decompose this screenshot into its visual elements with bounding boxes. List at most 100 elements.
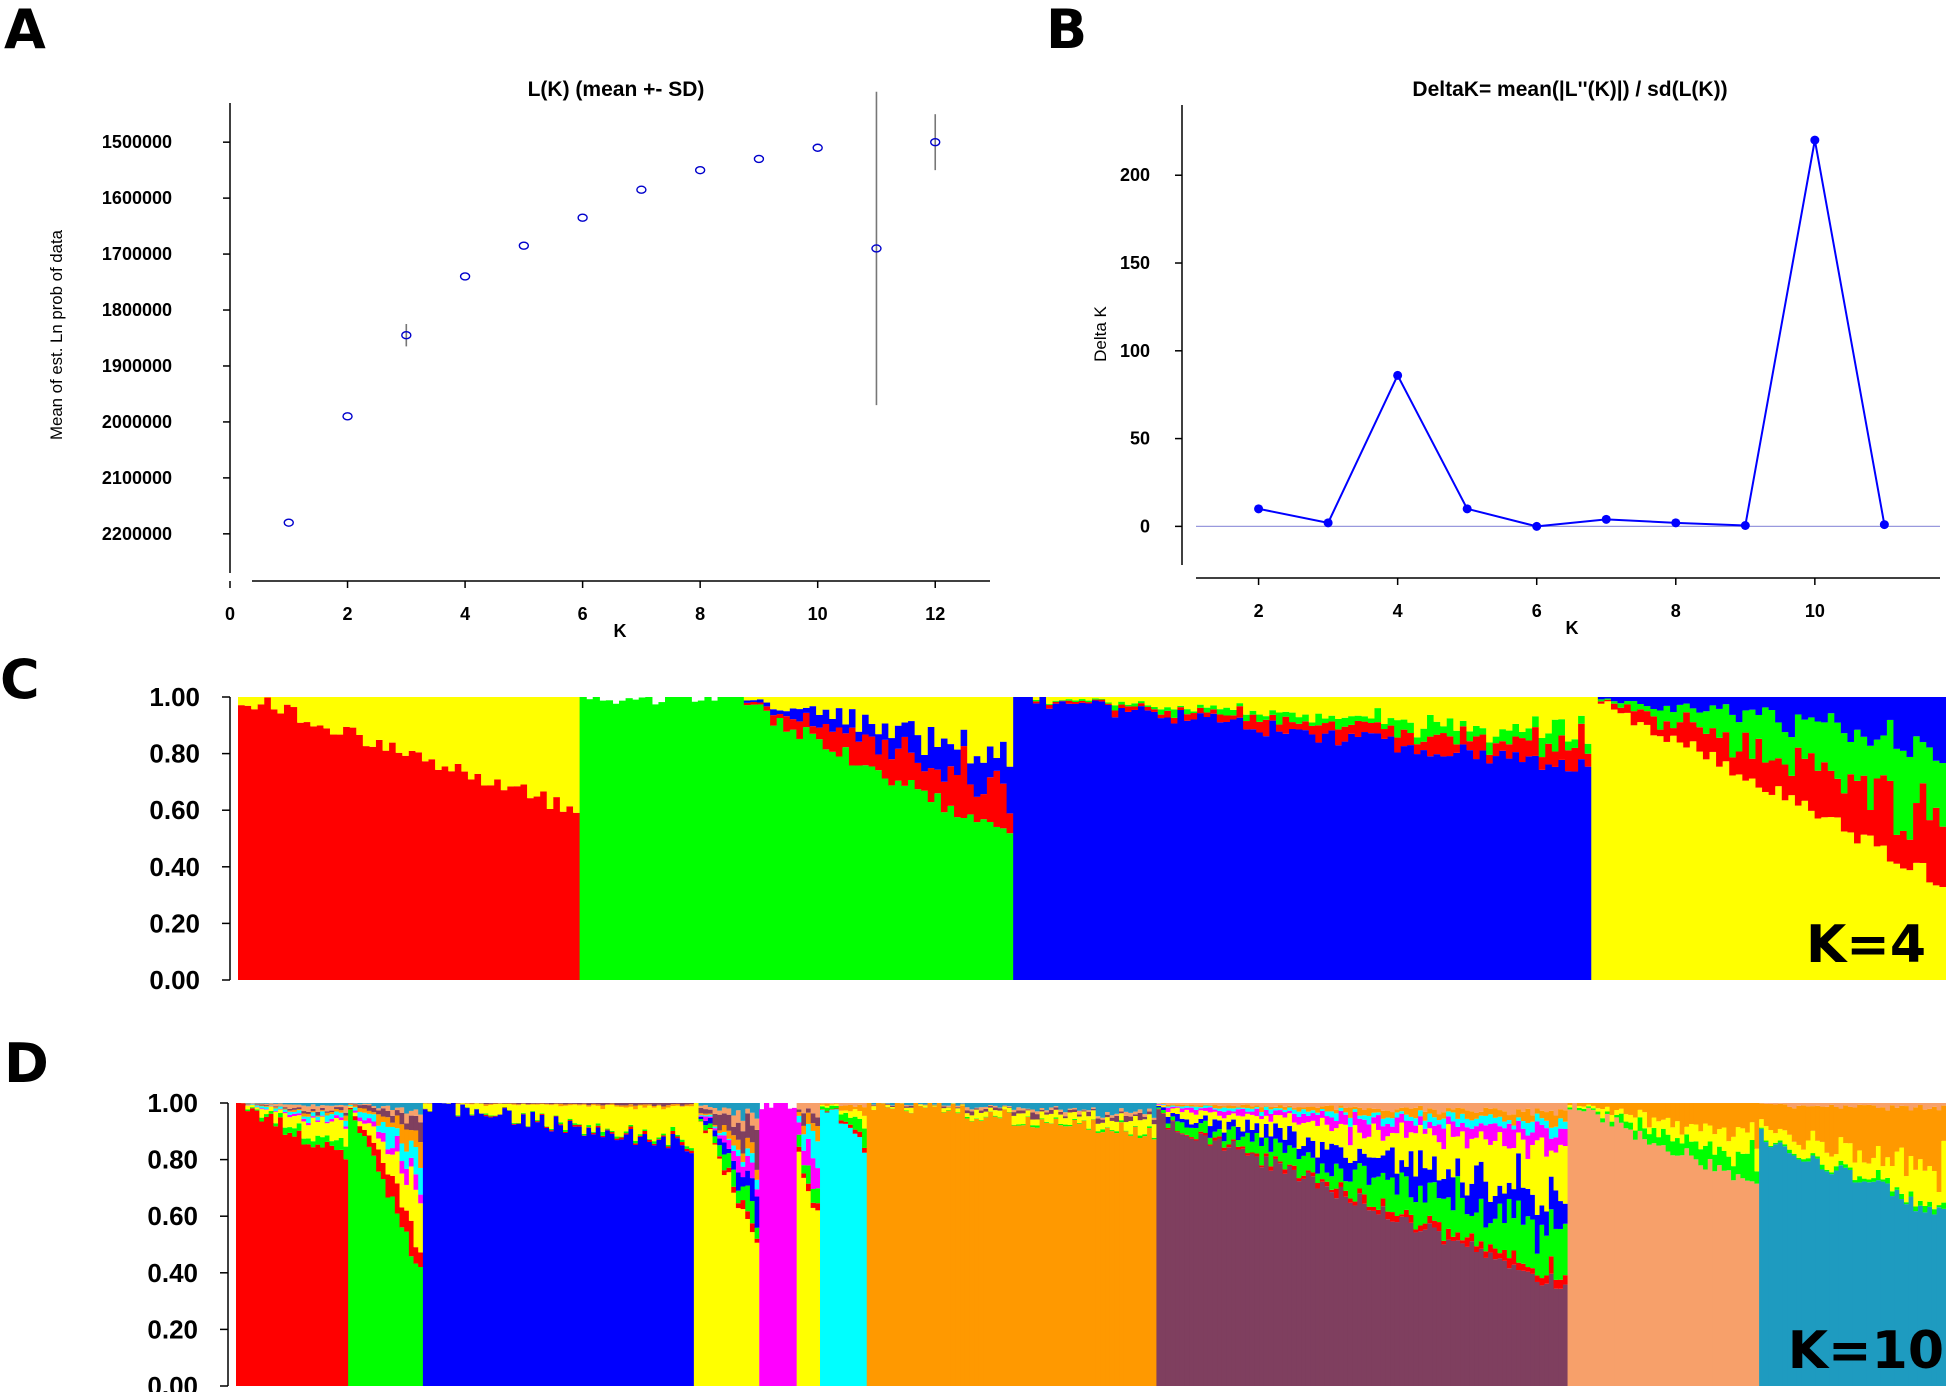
structure-bar-segment [1144,697,1152,706]
structure-bar-segment [978,1103,985,1108]
structure-bar-segment [1006,1103,1013,1107]
structure-bar-segment [717,1138,723,1146]
structure-bar-segment [1460,1131,1466,1183]
structure-bar-segment [1604,1111,1611,1114]
structure-bar-segment [385,1126,391,1150]
structure-bar-segment [731,1145,737,1151]
structure-bar-segment [947,805,955,980]
structure-bar-segment [1128,1121,1134,1135]
structure-bar-segment [980,794,988,820]
structure-bar-segment [623,1103,630,1106]
structure-bar-segment [1198,1133,1204,1386]
structure-bar-segment [721,1113,728,1126]
structure-bar-segment [1679,1134,1685,1144]
structure-bar-segment [1446,1239,1452,1386]
structure-bar-segment [1486,697,1494,743]
structure-bar-segment [1207,1104,1214,1106]
structure-bar-segment [487,697,495,786]
structure-bar-segment [820,1103,826,1104]
structure-bar-segment [1926,747,1934,821]
structure-bar-segment [1675,1103,1681,1122]
panel-c-axes: 0.000.200.400.600.801.00 [149,682,231,995]
structure-bar-segment [513,697,522,787]
structure-bar-segment [1408,1103,1414,1109]
structure-bar-segment [740,1209,746,1386]
structure-bar-segment [1464,1103,1471,1111]
structure-bar-segment [1908,1110,1914,1157]
structure-bar-segment [1282,1117,1288,1140]
structure-bar-segment [1269,714,1277,721]
structure-bar-segment [1376,1209,1382,1215]
structure-bar-segment [1505,730,1514,745]
structure-bar-segment [1408,1108,1414,1117]
structure-bar-segment [1193,1105,1200,1107]
structure-bar-segment [1473,697,1481,726]
structure-bar-segment [1512,736,1520,753]
structure-bar-segment [871,1104,877,1106]
structure-bar-segment [1759,1119,1765,1128]
structure-bar-segment [362,1123,368,1130]
structure-bar-segment [1086,1103,1092,1111]
structure-bar-segment [770,725,778,980]
structure-bar-segment [731,1103,737,1116]
structure-bar-segment [520,697,528,785]
structure-bar-segment [1308,697,1316,723]
structure-bar-segment [871,1110,877,1386]
structure-bar-segment [1754,1148,1760,1172]
structure-bar-segment [1203,717,1211,980]
structure-bar-segment [1665,1103,1671,1118]
structure-bar-segment [1296,1116,1302,1125]
structure-bar-segment [301,1111,307,1114]
structure-bar-segment [756,702,765,705]
structure-bar-segment [1319,1109,1326,1111]
structure-bar-segment [619,1136,625,1138]
structure-bar-segment [656,1139,662,1386]
structure-bar-segment [1422,1202,1428,1224]
structure-bar-segment [842,724,850,734]
structure-bar-segment [829,1104,835,1106]
structure-bar-segment [1189,1127,1195,1138]
structure-bar-segment [1295,717,1303,724]
structure-bar-segment [1098,701,1106,980]
structure-bar-segment [824,1107,830,1112]
structure-bar-segment [1193,1139,1200,1141]
structure-bar-segment [1499,697,1507,730]
structure-bar-segment [1376,1157,1382,1177]
structure-bar-segment [1604,1113,1611,1386]
structure-bar-segment [1474,1246,1480,1252]
structure-bar-segment [1466,750,1474,980]
structure-bar-segment [1404,1103,1410,1108]
structure-bar-segment [1328,721,1336,731]
structure-bar-segment [1287,1107,1293,1111]
structure-bar-segment [988,1105,994,1107]
panel-a-point [753,154,765,164]
structure-bar-segment [511,1124,517,1386]
structure-bar-segment [1427,1182,1433,1216]
structure-bar-segment [1432,1109,1438,1118]
structure-bar-segment [1478,1111,1485,1116]
structure-bar-segment [399,1207,405,1228]
structure-bar-segment [707,1107,714,1110]
structure-bar-segment [390,1196,396,1386]
structure-bar-segment [1709,751,1717,980]
structure-bar-segment [1371,1206,1377,1211]
structure-bar-segment [1630,697,1638,702]
structure-bar-segment [1226,1144,1232,1148]
structure-bar-segment [1321,718,1330,724]
structure-bar-segment [633,1103,639,1106]
structure-bar-segment [1305,1115,1312,1123]
structure-bar-segment [1460,1197,1466,1241]
structure-bar-segment [776,714,784,718]
structure-bar-segment [1696,712,1704,728]
structure-bar-segment [1617,697,1625,704]
structure-bar-segment [296,1107,303,1109]
structure-bar-segment [1347,1117,1354,1127]
structure-bar-segment [394,1151,401,1184]
structure-bar-segment [1291,1131,1298,1148]
structure-bar-segment [1216,697,1224,710]
structure-bar-segment [320,1107,326,1111]
structure-bar-segment [689,1103,695,1105]
structure-bar-segment [964,1103,971,1108]
structure-bar-segment [717,1114,723,1131]
structure-bar-segment [577,1104,583,1106]
